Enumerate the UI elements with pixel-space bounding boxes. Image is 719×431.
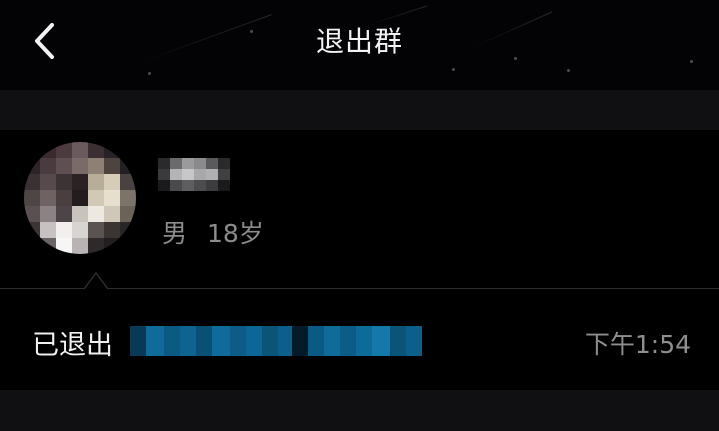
exit-time: 下午1:54 bbox=[584, 330, 691, 359]
speech-pointer-icon bbox=[84, 271, 108, 290]
section-spacer bbox=[0, 90, 719, 130]
member-name-redacted[interactable] bbox=[158, 158, 230, 192]
exit-status-label: 已退出 bbox=[32, 330, 113, 361]
gender-label: 男 bbox=[162, 219, 188, 248]
header-bar: 退出群 bbox=[0, 0, 719, 90]
screen: 退出群 男 18岁 已退出 下午1:54 bbox=[0, 0, 719, 431]
exit-record-row[interactable]: 已退出 下午1:54 bbox=[0, 289, 719, 390]
section-spacer bbox=[0, 390, 719, 431]
member-meta: 男 18岁 bbox=[162, 214, 264, 250]
page-title: 退出群 bbox=[315, 25, 403, 58]
member-profile: 男 18岁 bbox=[0, 130, 719, 289]
group-name-redacted[interactable] bbox=[130, 323, 422, 359]
avatar[interactable] bbox=[24, 142, 136, 254]
age-label: 18岁 bbox=[207, 219, 264, 248]
